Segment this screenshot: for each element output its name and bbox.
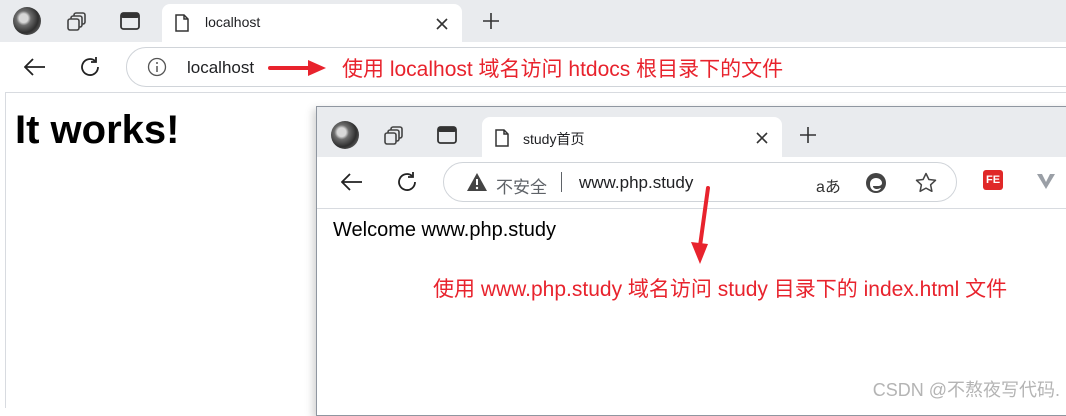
close-icon[interactable]: [754, 130, 770, 146]
tab-actions-icon[interactable]: [118, 10, 142, 32]
annotation-study: 使用 www.php.study 域名访问 study 目录下的 index.h…: [433, 278, 1008, 301]
tab-bar: localhost: [0, 0, 1066, 42]
tab-actions-icon[interactable]: [435, 124, 459, 146]
favorite-icon[interactable]: [914, 171, 938, 195]
workspaces-icon[interactable]: [66, 10, 90, 32]
new-tab-icon[interactable]: [480, 10, 502, 32]
vpn-icon[interactable]: [1035, 171, 1057, 191]
refresh-icon[interactable]: [395, 170, 419, 194]
close-icon[interactable]: [434, 16, 450, 32]
watermark: CSDN @不熬夜写代码.: [872, 380, 1060, 400]
back-icon[interactable]: [339, 170, 365, 194]
workspaces-icon[interactable]: [383, 124, 407, 146]
tab-study[interactable]: study首页: [482, 117, 782, 157]
url-text: www.php.study: [579, 173, 694, 192]
url-text: localhost: [187, 58, 255, 77]
annotation-arrow: [268, 60, 326, 76]
info-icon[interactable]: [147, 57, 167, 77]
security-label[interactable]: 不安全: [496, 173, 547, 198]
tab-bar: study首页: [317, 107, 1066, 157]
page-icon: [494, 128, 510, 148]
extension-label: FE: [985, 174, 1001, 186]
tab-title: study首页: [523, 131, 585, 147]
warning-icon[interactable]: [466, 172, 488, 192]
page-icon: [174, 13, 190, 33]
avatar[interactable]: [13, 7, 41, 35]
extension-icon[interactable]: FE: [983, 170, 1003, 190]
page-heading: It works!: [15, 108, 180, 152]
tab-localhost[interactable]: localhost: [162, 4, 462, 42]
back-icon[interactable]: [22, 55, 48, 79]
separator: [561, 172, 562, 192]
new-tab-icon[interactable]: [797, 124, 819, 146]
edge-icon[interactable]: [864, 171, 888, 195]
annotation-localhost: 使用 localhost 域名访问 htdocs 根目录下的文件: [342, 58, 784, 81]
page-text: Welcome www.php.study: [333, 219, 557, 241]
tab-title: localhost: [205, 14, 261, 30]
annotation-arrow: [691, 186, 710, 264]
refresh-icon[interactable]: [78, 55, 102, 79]
avatar[interactable]: [331, 121, 359, 149]
read-aloud-icon[interactable]: aあ: [816, 173, 841, 197]
